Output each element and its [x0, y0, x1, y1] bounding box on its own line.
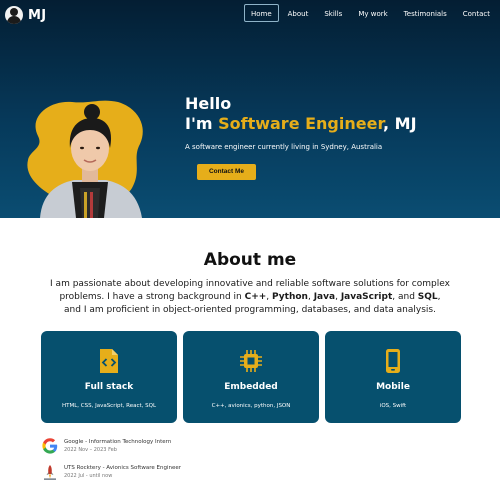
headline-prefix: I'm — [185, 114, 219, 133]
hero-tagline: A software engineer currently living in … — [185, 143, 383, 151]
about-title: About me — [203, 250, 297, 270]
card-title: Full stack — [84, 382, 134, 392]
google-logo-icon — [42, 438, 58, 454]
phone-icon — [386, 349, 400, 373]
hero-section: MJ Home About Skills My work Testimonial… — [0, 0, 500, 218]
skill-cards: Full stack HTML, CSS, JavaScript, React,… — [41, 331, 461, 423]
rocket-logo-icon — [44, 465, 56, 480]
card-embedded[interactable]: Embedded C++, avionics, python, JSON — [183, 331, 319, 423]
card-mobile[interactable]: Mobile iOS, Swift — [325, 331, 461, 423]
headline-role: Software Engineer — [218, 114, 383, 133]
brand-name: MJ — [28, 7, 47, 23]
about-text: I am passionate about developing innovat… — [50, 278, 450, 317]
hero-text: Hello I'm Software Engineer, MJ A softwa… — [185, 94, 417, 180]
card-full-stack[interactable]: Full stack HTML, CSS, JavaScript, React,… — [41, 331, 177, 423]
contact-me-button[interactable]: Contact Me — [197, 164, 256, 180]
experience-title: UTS Rocktery - Avionics Software Enginee… — [64, 465, 182, 471]
skill-cpp: C++ — [244, 292, 267, 302]
main-nav: Home About Skills My work Testimonials C… — [242, 4, 497, 22]
brand-avatar — [5, 6, 23, 24]
nav-item-testimonials[interactable]: Testimonials — [397, 4, 454, 22]
chip-icon — [240, 350, 262, 372]
experience-item: Google - Information Technology Intern 2… — [42, 438, 342, 458]
about-sep: , and — [392, 292, 418, 302]
skill-java: Java — [313, 292, 336, 302]
card-subtitle: iOS, Swift — [379, 403, 407, 409]
nav-item-my-work[interactable]: My work — [351, 4, 394, 22]
code-file-icon — [100, 349, 118, 373]
experience-title: Google - Information Technology Intern — [64, 439, 172, 445]
profile-photo — [27, 100, 143, 218]
experience-date: 2022 Jul - until now — [64, 473, 113, 479]
skill-javascript: JavaScript — [340, 292, 393, 302]
nav-item-about[interactable]: About — [281, 4, 316, 22]
hero-headline: I'm Software Engineer, MJ — [185, 114, 417, 134]
experience-date: 2022 Nov – 2023 Feb — [64, 447, 117, 453]
card-subtitle: C++, avionics, python, JSON — [211, 403, 291, 409]
nav-item-home[interactable]: Home — [243, 4, 279, 22]
brand[interactable]: MJ — [5, 6, 46, 24]
hero-greeting: Hello — [185, 94, 232, 113]
skill-sql: SQL — [417, 292, 438, 302]
skill-python: Python — [272, 292, 308, 302]
headline-suffix: , MJ — [383, 114, 417, 133]
nav-item-skills[interactable]: Skills — [317, 4, 349, 22]
card-title: Mobile — [376, 382, 410, 392]
card-title: Embedded — [224, 382, 278, 392]
nav-item-contact[interactable]: Contact — [456, 4, 497, 22]
experience-item: UTS Rocktery - Avionics Software Enginee… — [42, 464, 342, 484]
card-subtitle: HTML, CSS, JavaScript, React, SQL — [61, 403, 157, 409]
